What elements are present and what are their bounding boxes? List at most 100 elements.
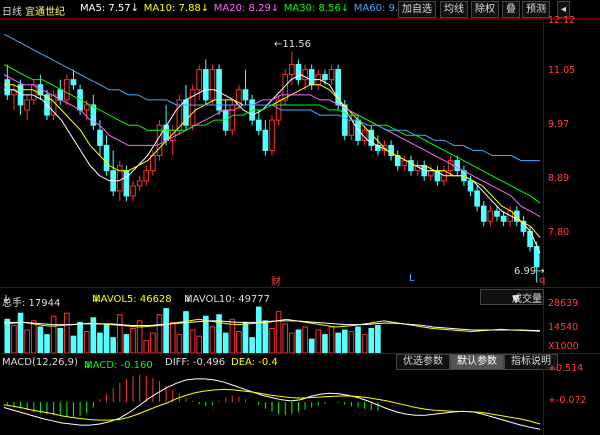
toolbar-button[interactable]: 加自选 bbox=[398, 1, 436, 18]
volume-axis: 28639 14540 X1000 bbox=[543, 298, 600, 353]
price-tick: 9.97 bbox=[548, 119, 570, 130]
volume-bar bbox=[295, 329, 302, 353]
price-tick: 8.89 bbox=[548, 173, 570, 184]
ma-label: MA30: 8.56↓ bbox=[283, 3, 350, 14]
candle-body bbox=[242, 89, 249, 101]
volume-bar bbox=[50, 315, 57, 353]
volume-bar bbox=[103, 323, 110, 353]
candle-body bbox=[447, 160, 454, 172]
volume-bar bbox=[315, 329, 322, 353]
volume-bar bbox=[57, 328, 64, 353]
volume-bar bbox=[269, 328, 275, 353]
candle-body bbox=[467, 180, 474, 192]
indicator-select[interactable]: 成交量 ▼ bbox=[480, 289, 544, 305]
volume-bar bbox=[64, 312, 70, 353]
tab-optimal-params[interactable]: 优选参数 bbox=[396, 354, 450, 370]
volume-bar bbox=[308, 338, 315, 353]
volume-bar bbox=[97, 332, 103, 353]
volume-bar bbox=[249, 337, 255, 353]
candle-body bbox=[156, 124, 163, 157]
volume-bar bbox=[156, 314, 163, 353]
l-marker[interactable]: L bbox=[409, 273, 415, 284]
volume-bar bbox=[236, 331, 242, 353]
candle-body bbox=[454, 160, 461, 172]
candle-body bbox=[103, 144, 110, 172]
candle-body bbox=[203, 69, 209, 101]
volume-bar bbox=[37, 326, 44, 353]
volume-bar bbox=[203, 315, 209, 353]
candle-body bbox=[163, 124, 169, 141]
macd-tick-value: 0.514 bbox=[555, 363, 584, 374]
volume-bar bbox=[348, 331, 355, 353]
volume-bar bbox=[275, 311, 282, 353]
kline-chart[interactable] bbox=[0, 19, 544, 287]
volume-bar bbox=[368, 328, 375, 353]
ma-label: MA60: 9.4 bbox=[353, 3, 405, 14]
candle-body bbox=[262, 129, 269, 151]
volume-bar bbox=[289, 332, 295, 353]
toolbar-button[interactable]: 预测 bbox=[522, 1, 550, 18]
candle-body bbox=[474, 190, 480, 207]
candle-body bbox=[269, 119, 275, 151]
dea-value: DEA: -0.4 bbox=[231, 357, 278, 368]
candle-body bbox=[308, 69, 315, 86]
candle-body bbox=[4, 79, 11, 96]
candle-body bbox=[30, 84, 37, 101]
volume-chart[interactable] bbox=[0, 304, 544, 353]
candle-body bbox=[480, 205, 487, 222]
volume-bar bbox=[189, 329, 196, 353]
volume-bar bbox=[70, 335, 77, 353]
volume-bar bbox=[255, 306, 262, 353]
volume-tick: 14540 bbox=[548, 322, 579, 333]
candle-body bbox=[487, 210, 494, 222]
candle-body bbox=[494, 210, 500, 217]
volume-bar bbox=[163, 308, 169, 353]
volume-bar bbox=[130, 328, 136, 353]
volume-bar bbox=[4, 318, 11, 353]
candle-body bbox=[196, 69, 203, 91]
candle-body bbox=[401, 160, 408, 167]
toolbar-button[interactable]: 均线 bbox=[440, 1, 468, 18]
ma-label: MA5: 7.57↓ bbox=[80, 3, 140, 14]
candle-body bbox=[70, 79, 77, 86]
chart-header: 日线 宜通世纪 MA5: 7.57↓ MA10: 7.88↓ MA20: 8.29↓… bbox=[0, 0, 600, 19]
candle-body bbox=[136, 180, 143, 187]
candle-body bbox=[255, 119, 262, 131]
diff-value: DIFF: -0.496 bbox=[165, 357, 226, 368]
volume-bar bbox=[209, 326, 216, 353]
price-axis: 12.12 11.05 9.97 8.89 7.80 bbox=[543, 15, 600, 287]
candle-body bbox=[209, 69, 216, 101]
candle-body bbox=[322, 74, 328, 81]
period-label[interactable]: 日线 bbox=[2, 3, 22, 18]
candle-body bbox=[143, 170, 150, 182]
candle-body bbox=[83, 104, 90, 111]
candle-body bbox=[275, 99, 282, 121]
finance-marker[interactable]: 财 bbox=[271, 273, 281, 288]
price-tick: 7.80 bbox=[548, 227, 570, 238]
volume-bar bbox=[77, 321, 83, 353]
candle-body bbox=[64, 79, 70, 101]
toolbar-button[interactable]: 叠 bbox=[502, 1, 520, 18]
toolbar-button[interactable]: 除权 bbox=[471, 1, 499, 18]
volume-bar bbox=[328, 326, 335, 353]
ma-label: MA20: 8.29↓ bbox=[213, 3, 280, 14]
volume-bar bbox=[150, 332, 156, 353]
candle-body bbox=[24, 99, 30, 111]
macd-chart[interactable] bbox=[0, 369, 544, 435]
volume-header: 总手: 17944 ↓ MAVOL5: 46628 ↓ MAVOL10: 49777… bbox=[0, 288, 600, 309]
volume-bar bbox=[262, 320, 269, 353]
candle-body bbox=[116, 165, 123, 192]
volume-bar bbox=[17, 312, 24, 353]
volume-bar bbox=[222, 332, 229, 353]
candle-body bbox=[123, 170, 130, 197]
tab-default-params[interactable]: 默认参数 bbox=[450, 354, 504, 370]
high-value: 11.56 bbox=[282, 39, 312, 50]
volume-bar bbox=[116, 314, 123, 353]
q-marker[interactable]: q bbox=[539, 275, 545, 286]
price-tick: 12.12 bbox=[548, 15, 576, 26]
candle-body bbox=[328, 69, 335, 81]
macd-tick: +-0.072 bbox=[548, 395, 587, 406]
volume-bar bbox=[361, 334, 368, 353]
low-value: 6.99 bbox=[514, 266, 537, 277]
volume-bar bbox=[110, 337, 117, 353]
